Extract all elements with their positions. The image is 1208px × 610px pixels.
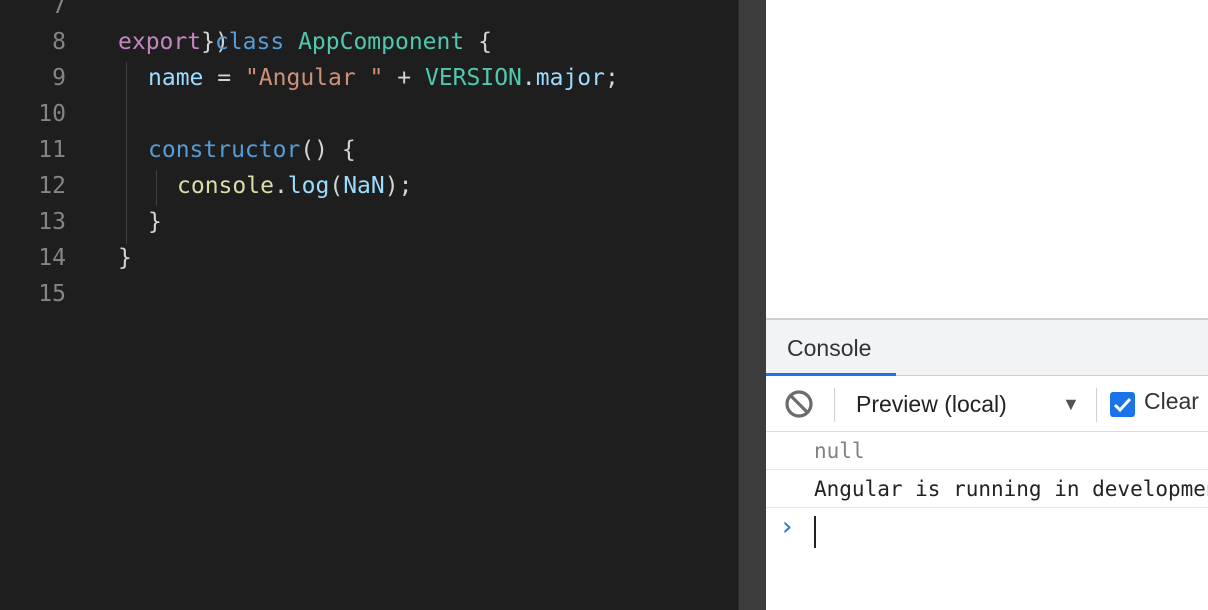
line-number: 12 <box>38 173 66 199</box>
code-line-14: 14 } <box>0 240 738 276</box>
line-number: 11 <box>38 137 66 163</box>
code-text: constructor() { <box>148 137 356 163</box>
line-number: 8 <box>52 29 66 55</box>
code-line-12: 12 console.log(NaN); <box>0 168 738 204</box>
code-line-7: 7 }) <box>0 0 738 55</box>
text-cursor <box>814 516 816 548</box>
line-number: 14 <box>38 245 66 271</box>
console-tab-bar: Console <box>766 320 1208 376</box>
line-number: 7 <box>52 0 66 19</box>
clear-checkbox-label: Clear <box>1144 388 1199 414</box>
line-number: 9 <box>52 65 66 91</box>
code-line-13: 13 } <box>0 204 738 240</box>
context-select-value: Preview (local) <box>856 391 1007 417</box>
chevron-down-icon: ▼ <box>1062 394 1080 414</box>
clear-checkbox[interactable] <box>1110 392 1135 417</box>
context-select[interactable]: Preview (local) ▼ <box>856 384 1090 424</box>
line-number: 10 <box>38 101 66 127</box>
console-messages: null Angular is running in development m… <box>766 432 1208 554</box>
code-line-8: 8 export class AppComponent { <box>0 24 738 60</box>
code-text: } <box>118 245 132 271</box>
line-number: 15 <box>38 281 66 307</box>
toolbar-divider <box>1096 388 1097 422</box>
preview-pane <box>766 0 1208 318</box>
code-line-15: 15 <box>0 276 738 312</box>
checkmark-icon <box>1113 397 1132 413</box>
code-line-10: 10 <box>0 96 738 132</box>
code-text: } <box>148 209 162 235</box>
console-message: null <box>766 432 1208 470</box>
tab-console[interactable]: Console <box>766 320 896 376</box>
code-line-11: 11 constructor() { <box>0 132 738 168</box>
code-text: export class AppComponent { <box>118 29 492 55</box>
code-line-9: 9 name = "Angular " + VERSION.major; <box>0 60 738 96</box>
line-number: 13 <box>38 209 66 235</box>
indent-guide <box>126 62 127 244</box>
console-toolbar: Preview (local) ▼ Clear <box>766 376 1208 432</box>
block-icon[interactable] <box>784 389 814 419</box>
code-text: console.log(NaN); <box>177 173 413 199</box>
pane-splitter[interactable] <box>738 0 766 610</box>
code-text: name = "Angular " + VERSION.major; <box>148 65 619 91</box>
console-prompt[interactable]: › <box>766 508 1208 554</box>
chevron-right-icon: › <box>782 512 793 542</box>
code-editor[interactable]: 7 }) 8 export class AppComponent { 9 nam… <box>0 0 738 610</box>
toolbar-divider <box>834 388 835 422</box>
console-panel: Console Preview (local) ▼ Clear null Ang… <box>766 318 1208 610</box>
console-message: Angular is running in development mode. … <box>766 470 1208 508</box>
indent-guide <box>156 170 157 206</box>
